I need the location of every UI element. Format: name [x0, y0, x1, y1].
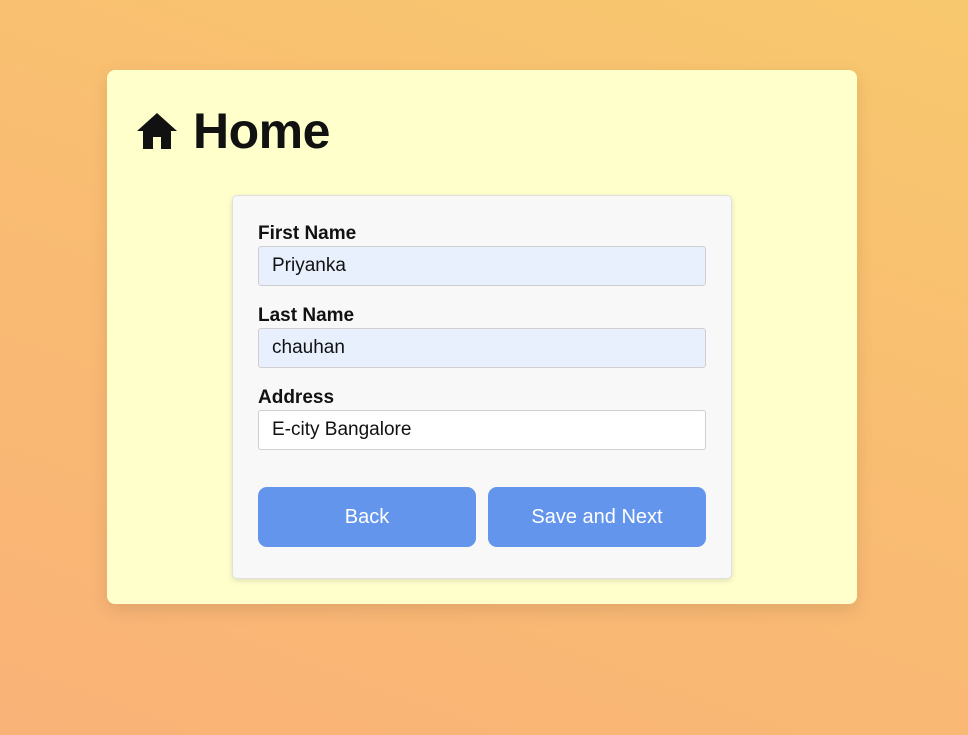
- last-name-group: Last Name: [258, 304, 706, 368]
- page-title: Home: [193, 103, 330, 159]
- address-label: Address: [258, 387, 335, 408]
- address-group: Address: [258, 386, 706, 450]
- first-name-label: First Name: [258, 223, 357, 244]
- home-card: Home First Name Last Name Address Back S…: [107, 70, 857, 604]
- address-input[interactable]: [258, 410, 706, 450]
- last-name-input[interactable]: [258, 328, 706, 368]
- page-header: Home: [135, 106, 330, 156]
- first-name-group: First Name: [258, 222, 706, 286]
- save-and-next-button[interactable]: Save and Next: [488, 487, 706, 547]
- back-button[interactable]: Back: [258, 487, 476, 547]
- form-actions: Back Save and Next: [258, 487, 706, 547]
- home-icon: [135, 111, 179, 151]
- profile-form: First Name Last Name Address Back Save a…: [232, 195, 732, 579]
- last-name-label: Last Name: [258, 305, 355, 326]
- first-name-input[interactable]: [258, 246, 706, 286]
